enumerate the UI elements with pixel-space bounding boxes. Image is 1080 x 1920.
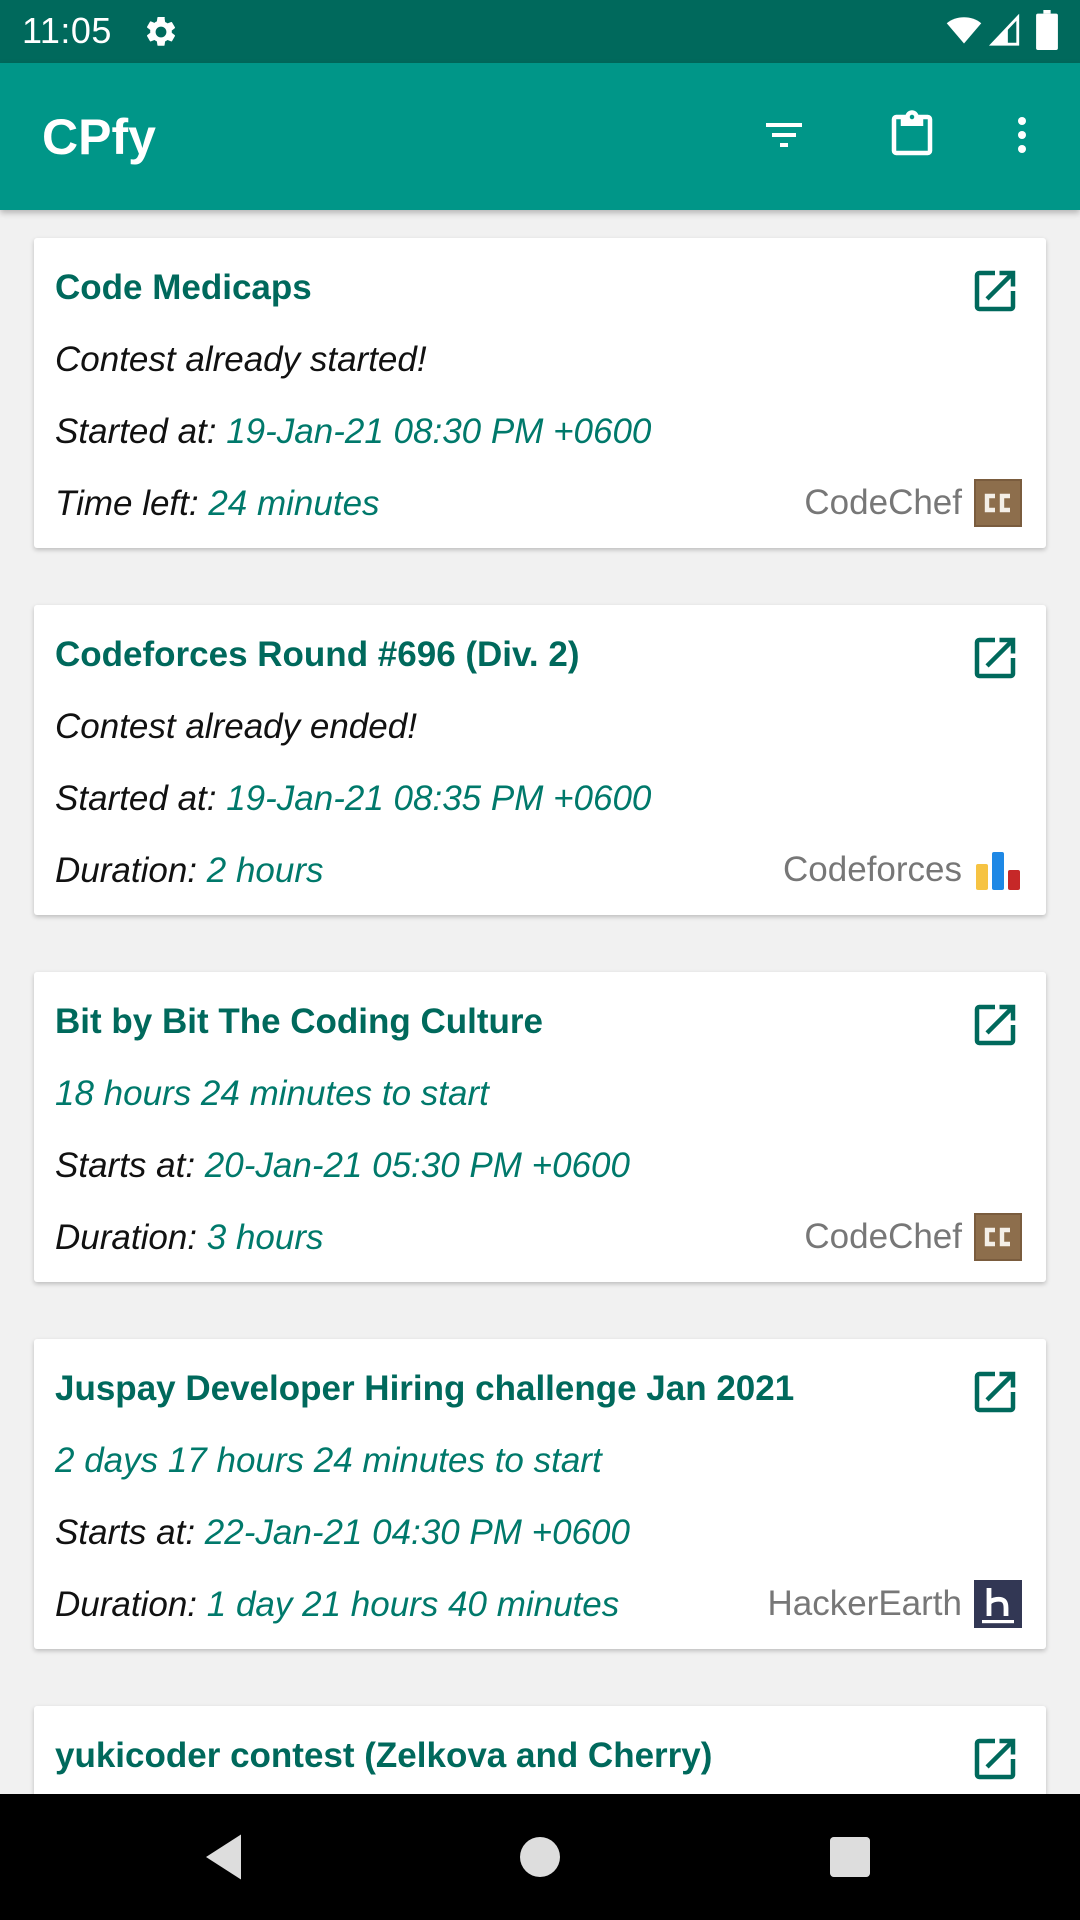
contest-card[interactable]: yukicoder contest (Zelkova and Cherry) xyxy=(34,1706,1046,1794)
contest-status-text: 2 days 17 hours 24 minutes to start xyxy=(55,1441,602,1480)
start-label: Started at: xyxy=(55,779,217,818)
contest-status-text: 18 hours 24 minutes to start xyxy=(55,1074,489,1113)
contest-status: Contest already ended! xyxy=(55,707,417,747)
codechef-logo-icon xyxy=(974,479,1022,527)
start-value: 19-Jan-21 08:30 PM +0600 xyxy=(226,412,652,451)
start-label: Starts at: xyxy=(55,1513,196,1552)
contest-card[interactable]: Juspay Developer Hiring challenge Jan 20… xyxy=(34,1339,1046,1649)
time-left-value: 24 minutes xyxy=(208,484,380,523)
duration-label: Duration: xyxy=(55,851,198,890)
battery-icon xyxy=(1036,10,1058,50)
contest-list[interactable]: Code Medicaps Contest already started! S… xyxy=(0,210,1080,1794)
platform-badge: CodeChef xyxy=(804,1212,1022,1262)
more-vert-icon xyxy=(1018,117,1026,153)
codeforces-logo-icon xyxy=(976,852,1020,890)
platform-name: Codeforces xyxy=(783,850,962,889)
contest-card[interactable]: Bit by Bit The Coding Culture 18 hours 2… xyxy=(34,972,1046,1282)
duration-label: Duration: xyxy=(55,1585,198,1624)
start-value: 20-Jan-21 05:30 PM +0600 xyxy=(204,1146,630,1185)
hackerearth-logo-icon xyxy=(974,1580,1022,1628)
recents-icon[interactable] xyxy=(820,1827,880,1887)
contest-status: 18 hours 24 minutes to start xyxy=(55,1074,489,1114)
start-label: Started at: xyxy=(55,412,217,451)
status-bar: 11:05 xyxy=(0,0,1080,63)
duration-value: 1 day 21 hours 40 minutes xyxy=(206,1585,620,1624)
home-icon[interactable] xyxy=(510,1827,570,1887)
cellular-signal-icon xyxy=(988,13,1020,46)
time-left-label: Time left: xyxy=(55,484,199,523)
platform-badge: Codeforces xyxy=(783,845,1022,895)
platform-badge: CodeChef xyxy=(804,478,1022,528)
contest-card[interactable]: Code Medicaps Contest already started! S… xyxy=(34,238,1046,548)
contest-start-row: Started at: 19-Jan-21 08:35 PM +0600 xyxy=(55,779,651,819)
contest-start-row: Starts at: 20-Jan-21 05:30 PM +0600 xyxy=(55,1146,630,1186)
app-title: CPfy xyxy=(42,109,156,165)
status-time: 11:05 xyxy=(22,10,112,51)
contest-card[interactable]: Codeforces Round #696 (Div. 2) Contest a… xyxy=(34,605,1046,915)
open-in-new-icon[interactable] xyxy=(968,1365,1022,1419)
contest-extra-row: Duration: 3 hours xyxy=(55,1218,324,1258)
contest-title: Bit by Bit The Coding Culture xyxy=(55,1002,544,1041)
contest-start-row: Started at: 19-Jan-21 08:30 PM +0600 xyxy=(55,412,651,452)
filter-button[interactable] xyxy=(752,103,816,167)
gear-icon xyxy=(146,16,176,46)
duration-value: 3 hours xyxy=(206,1218,324,1257)
contest-title: yukicoder contest (Zelkova and Cherry) xyxy=(55,1736,713,1775)
codechef-logo-icon xyxy=(974,1213,1022,1261)
contest-extra-row: Duration: 1 day 21 hours 40 minutes xyxy=(55,1585,619,1625)
contest-status-text: Contest already ended! xyxy=(55,707,417,746)
open-in-new-icon[interactable] xyxy=(968,264,1022,318)
platform-name: CodeChef xyxy=(804,1217,962,1256)
open-in-new-icon[interactable] xyxy=(968,998,1022,1052)
back-icon[interactable] xyxy=(196,1827,256,1887)
more-options-button[interactable] xyxy=(990,103,1054,167)
contest-title: Codeforces Round #696 (Div. 2) xyxy=(55,635,580,674)
platform-name: CodeChef xyxy=(804,483,962,522)
start-label: Starts at: xyxy=(55,1146,196,1185)
navigation-bar xyxy=(0,1794,1080,1920)
filter-icon xyxy=(766,123,802,147)
open-in-new-icon[interactable] xyxy=(968,1732,1022,1786)
start-value: 22-Jan-21 04:30 PM +0600 xyxy=(204,1513,630,1552)
open-in-new-icon[interactable] xyxy=(968,631,1022,685)
contest-extra-row: Time left: 24 minutes xyxy=(55,484,380,524)
contest-title: Code Medicaps xyxy=(55,268,312,307)
contest-title: Juspay Developer Hiring challenge Jan 20… xyxy=(55,1369,795,1408)
contest-start-row: Starts at: 22-Jan-21 04:30 PM +0600 xyxy=(55,1513,630,1553)
app-bar: CPfy xyxy=(0,63,1080,210)
contest-status: Contest already started! xyxy=(55,340,427,380)
platform-name: HackerEarth xyxy=(767,1584,962,1623)
clipboard-icon xyxy=(891,110,933,156)
contest-status-text: Contest already started! xyxy=(55,340,427,379)
duration-label: Duration: xyxy=(55,1218,198,1257)
contest-status: 2 days 17 hours 24 minutes to start xyxy=(55,1441,602,1481)
start-value: 19-Jan-21 08:35 PM +0600 xyxy=(226,779,652,818)
duration-value: 2 hours xyxy=(206,851,324,890)
platform-badge: HackerEarth xyxy=(767,1579,1022,1629)
contest-extra-row: Duration: 2 hours xyxy=(55,851,324,891)
wifi-icon xyxy=(946,17,982,44)
clipboard-button[interactable] xyxy=(880,103,944,167)
